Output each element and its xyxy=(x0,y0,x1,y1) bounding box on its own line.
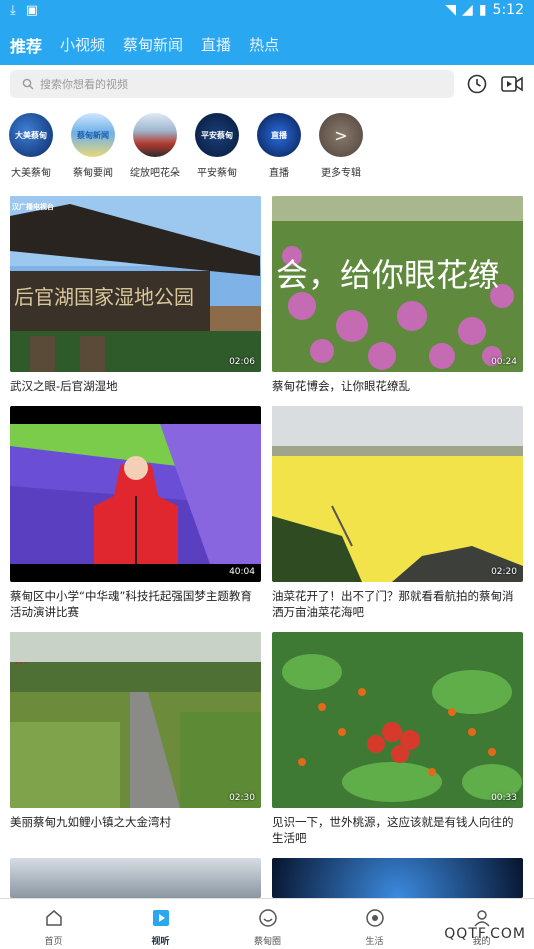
video-title: 蔡甸区中小学“中华魂”科技托起强国梦主题教育活动演讲比赛 xyxy=(10,589,252,619)
video-card[interactable]: 00:33 见识一下，世外桃源，这应该就是有钱人向往的生活吧 xyxy=(272,632,523,846)
video-card[interactable]: 会，给你眼花缭 00:24 蔡甸花博会，让你眼花缭乱 xyxy=(272,196,523,394)
smile-circle-icon xyxy=(258,909,277,927)
video-card[interactable] xyxy=(272,858,523,898)
search-icon xyxy=(22,78,34,90)
video-thumbnail xyxy=(272,858,523,898)
video-thumbnail xyxy=(10,858,261,898)
video-thumbnail: 00:33 xyxy=(272,632,523,808)
channel-shortcuts: 大美蔡甸 大美蔡甸 蔡甸新闻 蔡甸要闻 绽放吧花朵 平安蔡甸 平安蔡甸 直播 直… xyxy=(0,113,534,185)
signal-icon: ◢ xyxy=(462,2,473,18)
history-clock-icon[interactable] xyxy=(466,73,488,95)
video-duration: 40:04 xyxy=(229,567,255,577)
video-thumbnail: … 02:30 xyxy=(10,632,261,808)
nav-watch[interactable]: 视听 xyxy=(107,899,214,947)
top-tab-bar: 推荐 小视频 蔡甸新闻 直播 热点 xyxy=(0,24,534,65)
tab-live[interactable]: 直播 xyxy=(201,34,231,55)
video-card[interactable] xyxy=(10,858,261,898)
video-duration: 02:20 xyxy=(491,567,517,577)
channel-thumbnail: 平安蔡甸 xyxy=(195,113,239,157)
channel-caidian-yaowen[interactable]: 蔡甸新闻 蔡甸要闻 xyxy=(62,113,124,179)
video-card[interactable]: 40:04 蔡甸区中小学“中华魂”科技托起强国梦主题教育活动演讲比赛 xyxy=(10,406,261,620)
video-duration: 02:06 xyxy=(229,357,255,367)
channel-more-albums[interactable]: > 更多专辑 xyxy=(310,113,372,179)
channel-logo-text: 汉广播电视台 xyxy=(12,202,54,211)
nav-home[interactable]: 首页 xyxy=(0,899,107,947)
notification-a-icon: ▣ xyxy=(25,3,39,18)
download-icon: ⤓ xyxy=(10,3,16,18)
channel-thumbnail: 蔡甸新闻 xyxy=(71,113,115,157)
video-thumbnail: 02:20 xyxy=(272,406,523,582)
video-duration: 00:33 xyxy=(491,793,517,803)
chevron-right-icon: > xyxy=(319,113,363,157)
video-card[interactable]: 02:20 油菜花开了！出不了门？那就看看航拍的蔡甸消洒万亩油菜花海吧 xyxy=(272,406,523,620)
status-time: 5:12 xyxy=(492,2,524,18)
video-title: 见识一下，世外桃源，这应该就是有钱人向往的生活吧 xyxy=(272,815,514,845)
channel-bloom-flowers[interactable]: 绽放吧花朵 xyxy=(124,113,186,179)
tab-recommend[interactable]: 推荐 xyxy=(10,33,42,57)
channel-pingan-caidian[interactable]: 平安蔡甸 平安蔡甸 xyxy=(186,113,248,179)
video-card[interactable]: … 02:30 美丽蔡甸九如鲤小镇之大金湾村 xyxy=(10,632,261,830)
channel-thumbnail: 大美蔡甸 xyxy=(9,113,53,157)
home-icon xyxy=(45,910,62,926)
channel-damei-caidian[interactable]: 大美蔡甸 大美蔡甸 xyxy=(0,113,62,179)
watermark-text: QQTF.COM xyxy=(444,926,526,942)
status-bar: ⤓ ▣ ◥ ◢ ▮ 5:12 xyxy=(0,0,534,24)
search-row: 搜索你想看的视频 xyxy=(0,65,534,105)
search-placeholder: 搜索你想看的视频 xyxy=(40,78,128,91)
video-title: 美丽蔡甸九如鲤小镇之大金湾村 xyxy=(10,815,171,829)
thumbnail-overlay-text: 会，给你眼花缭 xyxy=(276,256,500,294)
nav-caidian-circle[interactable]: 蔡甸圈 xyxy=(214,899,321,947)
video-thumbnail: 40:04 xyxy=(10,406,261,582)
thumbnail-overlay-text: 后官湖国家湿地公园 xyxy=(14,285,194,309)
channel-live[interactable]: 直播 直播 xyxy=(248,113,310,179)
search-input[interactable]: 搜索你想看的视频 xyxy=(10,70,454,98)
video-card[interactable]: 后官湖国家湿地公园 汉广播电视台 02:06 武汉之眼-后官湖湿地 xyxy=(10,196,261,394)
tab-hot[interactable]: 热点 xyxy=(249,34,279,55)
video-duration: 02:30 xyxy=(229,793,255,803)
video-duration: 00:24 xyxy=(491,357,517,367)
nav-life[interactable]: 生活 xyxy=(321,899,428,947)
video-thumbnail: 会，给你眼花缭 00:24 xyxy=(272,196,523,372)
wifi-icon: ◥ xyxy=(445,2,457,18)
channel-thumbnail: 直播 xyxy=(257,113,301,157)
svg-text:…: … xyxy=(14,652,28,668)
tab-short-video[interactable]: 小视频 xyxy=(60,34,105,55)
video-title: 蔡甸花博会，让你眼花缭乱 xyxy=(272,379,410,393)
video-title: 油菜花开了！出不了门？那就看看航拍的蔡甸消洒万亩油菜花海吧 xyxy=(272,589,514,619)
compass-icon xyxy=(365,909,384,927)
user-icon xyxy=(473,910,490,927)
tab-caidian-news[interactable]: 蔡甸新闻 xyxy=(123,34,183,55)
video-camera-icon[interactable] xyxy=(500,73,524,95)
channel-thumbnail xyxy=(133,113,177,157)
video-title: 武汉之眼-后官湖湿地 xyxy=(10,379,118,393)
play-video-icon xyxy=(152,910,169,926)
video-thumbnail: 后官湖国家湿地公园 汉广播电视台 02:06 xyxy=(10,196,261,372)
battery-icon: ▮ xyxy=(478,2,487,18)
